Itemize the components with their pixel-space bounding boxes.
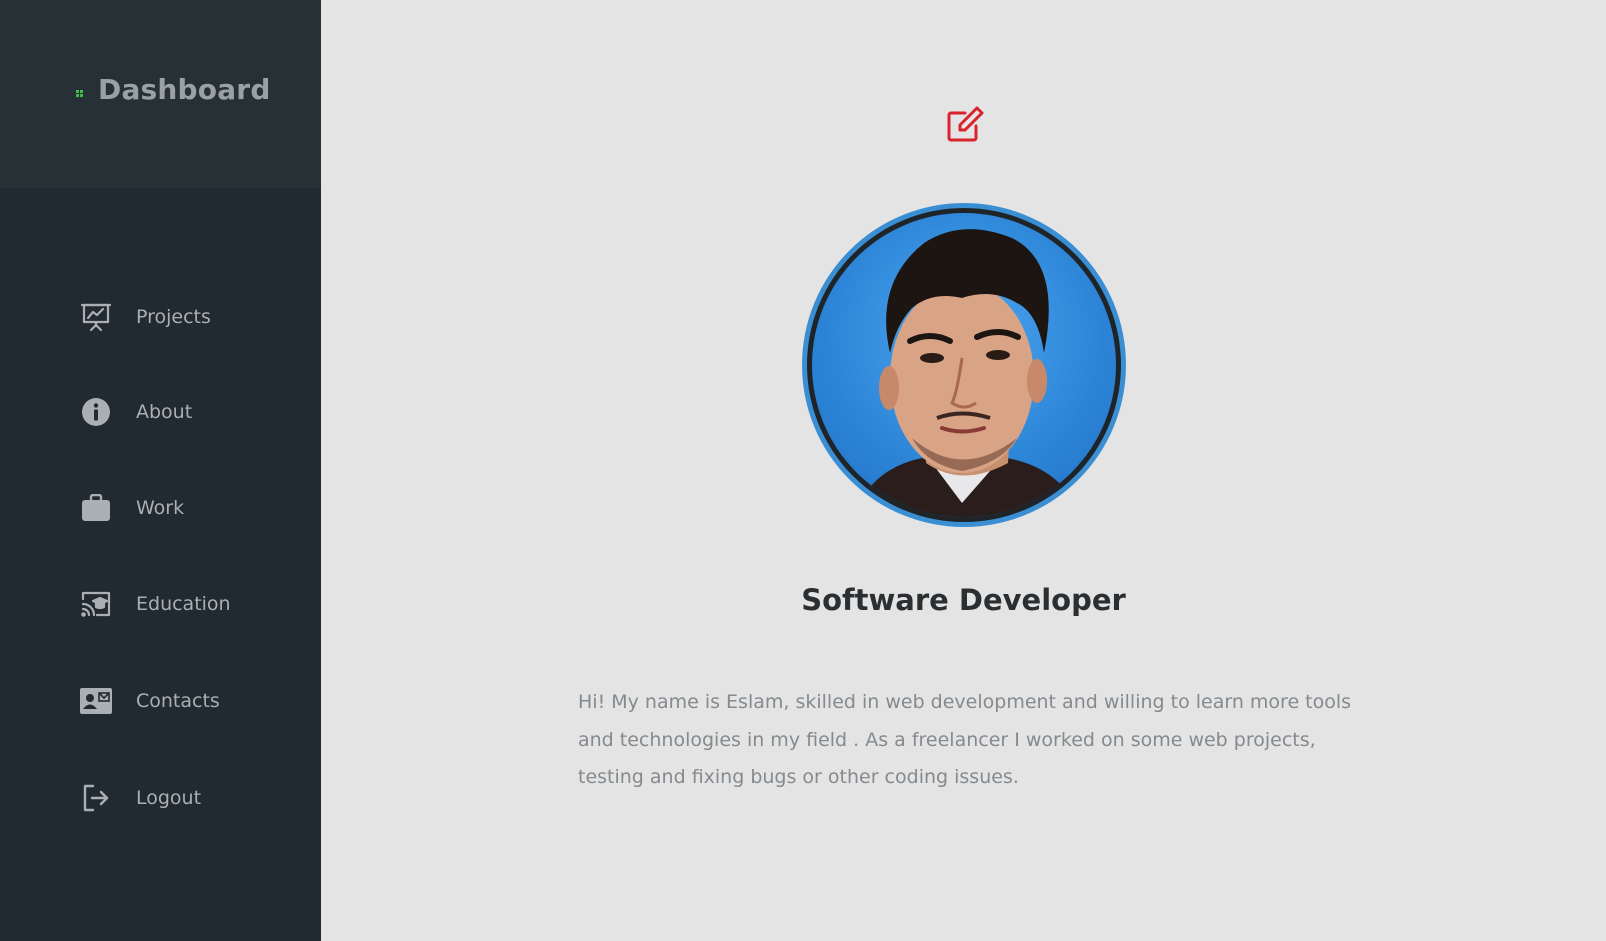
sidebar-item-label: Logout xyxy=(136,787,202,809)
sidebar-item-about[interactable]: About xyxy=(78,390,298,434)
logout-icon xyxy=(78,780,114,816)
profile-photo xyxy=(812,213,1116,517)
sidebar-item-logout[interactable]: Logout xyxy=(78,776,298,820)
page-title: Software Developer xyxy=(801,583,1126,617)
info-circle-icon xyxy=(78,394,114,430)
sidebar-item-education[interactable]: Education xyxy=(78,582,298,626)
briefcase-icon xyxy=(78,490,114,526)
brand-header: Dashboard xyxy=(0,0,321,188)
sidebar-item-label: Contacts xyxy=(136,690,220,712)
contact-card-icon xyxy=(78,683,114,719)
cast-education-icon xyxy=(78,586,114,622)
grid-dot-icon xyxy=(76,90,83,97)
avatar xyxy=(802,203,1126,527)
sidebar-item-label: Projects xyxy=(136,306,211,328)
sidebar-item-label: About xyxy=(136,401,193,423)
app: Dashboard Projects About Work Education … xyxy=(0,0,1606,941)
brand-title[interactable]: Dashboard xyxy=(98,73,271,106)
sidebar-item-work[interactable]: Work xyxy=(78,486,298,530)
sidebar-item-projects[interactable]: Projects xyxy=(78,295,298,339)
sidebar-item-label: Education xyxy=(136,593,231,615)
presentation-chart-icon xyxy=(78,299,114,335)
sidebar: Dashboard Projects About Work Education … xyxy=(0,0,321,941)
sidebar-item-contacts[interactable]: Contacts xyxy=(78,679,298,723)
main-content: Software Developer Hi! My name is Eslam,… xyxy=(321,0,1606,941)
bio-text: Hi! My name is Eslam, skilled in web dev… xyxy=(578,691,1352,788)
sidebar-item-label: Work xyxy=(136,497,185,519)
edit-icon[interactable] xyxy=(945,105,987,147)
